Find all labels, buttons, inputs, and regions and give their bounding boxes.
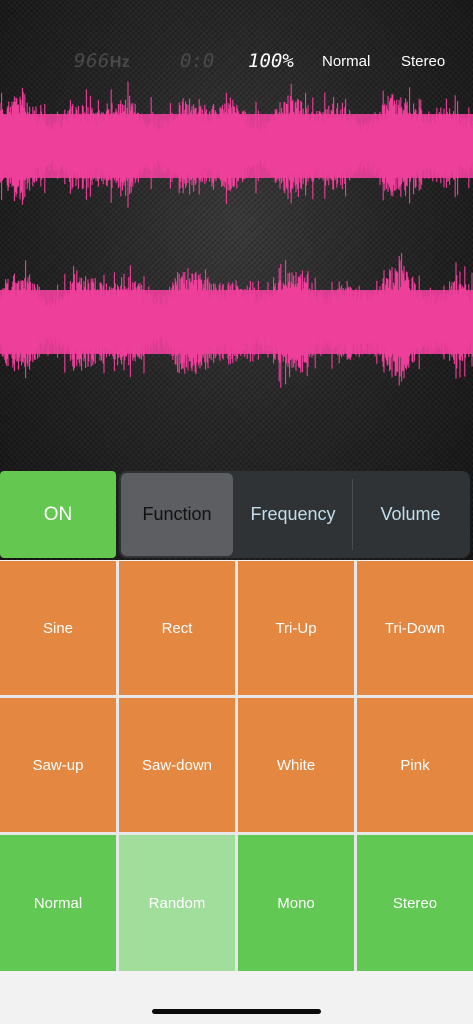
mono-button[interactable]: Mono — [238, 835, 354, 971]
sine-button[interactable]: Sine — [0, 561, 116, 695]
white-noise-button[interactable]: White — [238, 698, 354, 832]
on-button[interactable]: ON — [0, 471, 116, 558]
channel-readout: Stereo — [401, 53, 446, 70]
signal-generator-screen: 966Hz 0:0 100% Normal Stereo ON Function… — [0, 0, 473, 1024]
frequency-unit: Hz — [109, 54, 131, 71]
left-channel-waveform — [0, 81, 473, 208]
home-indicator[interactable] — [152, 1009, 321, 1014]
pink-noise-button[interactable]: Pink — [357, 698, 473, 832]
tri-down-button[interactable]: Tri-Down — [357, 561, 473, 695]
waveform-trace — [0, 253, 473, 388]
control-row: ON Function Frequency Volume — [0, 470, 473, 560]
frequency-readout: 966Hz — [74, 50, 130, 72]
saw-down-button[interactable]: Saw-down — [119, 698, 235, 832]
random-mode-button[interactable]: Random — [119, 835, 235, 971]
saw-up-button[interactable]: Saw-up — [0, 698, 116, 832]
waveform-trace — [0, 81, 473, 208]
normal-mode-button[interactable]: Normal — [0, 835, 116, 971]
rect-button[interactable]: Rect — [119, 561, 235, 695]
button-grid: Sine Rect Tri-Up Tri-Down Saw-up Saw-dow… — [0, 561, 473, 971]
stereo-button[interactable]: Stereo — [357, 835, 473, 971]
mode-readout: Normal — [322, 53, 371, 70]
tri-up-button[interactable]: Tri-Up — [238, 561, 354, 695]
parameter-segmented-control: Function Frequency Volume — [119, 471, 470, 558]
time-readout: 0:0 — [180, 50, 215, 72]
segment-frequency[interactable]: Frequency — [235, 473, 351, 556]
bottom-bar — [0, 971, 473, 1024]
segment-function[interactable]: Function — [121, 473, 233, 556]
right-channel-waveform — [0, 253, 473, 388]
segment-volume[interactable]: Volume — [353, 473, 468, 556]
status-bar: 966Hz 0:0 100% Normal Stereo — [0, 44, 473, 78]
volume-readout: 100% — [248, 50, 294, 72]
frequency-value: 966 — [74, 50, 110, 72]
